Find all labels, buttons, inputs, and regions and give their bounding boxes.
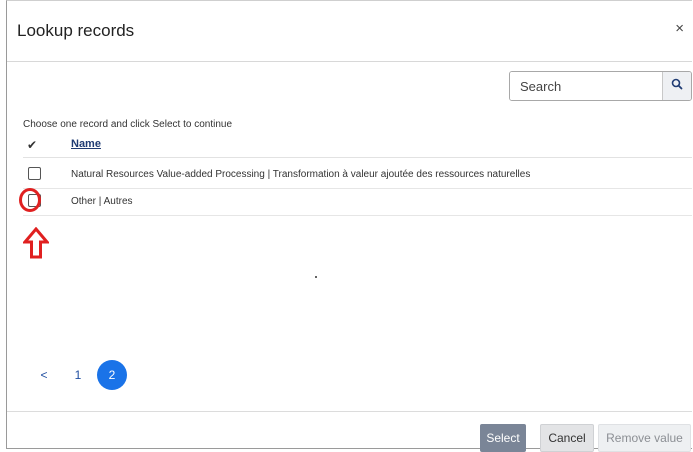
dialog-header: Lookup records × bbox=[7, 1, 692, 62]
dialog-footer: Select Cancel Remove value bbox=[7, 411, 692, 452]
arrow-up-icon bbox=[21, 226, 51, 264]
name-column-header[interactable]: Name bbox=[71, 138, 101, 150]
row-name: Other | Autres bbox=[71, 196, 133, 207]
table-header: ✔ Name bbox=[23, 135, 692, 158]
pagination: < 1 2 bbox=[29, 360, 131, 390]
row-name: Natural Resources Value-added Processing… bbox=[71, 169, 531, 180]
dialog-title: Lookup records bbox=[17, 21, 135, 40]
row-checkbox[interactable] bbox=[28, 167, 41, 180]
previous-page-button[interactable]: < bbox=[29, 360, 59, 390]
page-1-button[interactable]: 1 bbox=[63, 360, 93, 390]
instruction-text: Choose one record and click Select to co… bbox=[23, 119, 233, 130]
search-input[interactable] bbox=[510, 72, 662, 100]
annotation-circle bbox=[19, 188, 41, 212]
checkmark-icon: ✔ bbox=[27, 138, 38, 152]
search-box bbox=[509, 71, 692, 101]
close-icon[interactable]: × bbox=[675, 21, 684, 37]
lookup-dialog: Lookup records × Choose one record and c… bbox=[6, 0, 692, 452]
table-row[interactable]: Natural Resources Value-added Processing… bbox=[23, 162, 692, 189]
cancel-button[interactable]: Cancel bbox=[540, 424, 594, 452]
remove-value-button[interactable]: Remove value bbox=[598, 424, 691, 452]
page-2-button[interactable]: 2 bbox=[97, 360, 127, 390]
search-icon bbox=[671, 77, 683, 95]
table-row[interactable]: Other | Autres bbox=[23, 189, 692, 216]
search-button[interactable] bbox=[662, 72, 691, 100]
select-button[interactable]: Select bbox=[480, 424, 526, 452]
stray-dot bbox=[315, 276, 317, 278]
